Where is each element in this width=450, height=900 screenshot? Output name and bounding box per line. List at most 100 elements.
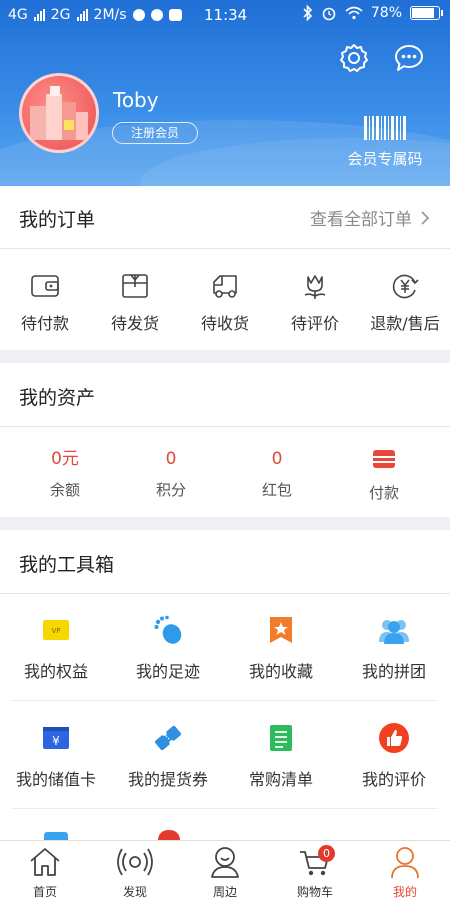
tool-label: 我的评价: [361, 770, 426, 789]
tool-partial-icon[interactable]: [44, 832, 68, 840]
divider: [12, 808, 438, 809]
svg-text:VP: VP: [51, 627, 60, 635]
divider: [12, 700, 438, 701]
gear-icon: [340, 44, 368, 72]
nav-nearby[interactable]: 周边: [180, 845, 270, 900]
asset-points[interactable]: 0 积分: [121, 447, 221, 500]
network-speed: 2M/s: [93, 7, 127, 23]
tool-label: 我的提货券: [127, 770, 208, 789]
order-label: 待评价: [290, 314, 339, 333]
nav-label: 我的: [392, 885, 417, 899]
orders-section: 我的订单 查看全部订单 待付款 待发货 待收货 待评价 退款/售后: [0, 186, 450, 350]
clock: 11:34: [204, 6, 248, 24]
order-pending-shipment[interactable]: 待发货: [90, 270, 180, 334]
member-code-label: 会员专属码: [347, 150, 423, 168]
tool-partial-icon[interactable]: [158, 830, 180, 840]
order-pending-payment[interactable]: 待付款: [0, 270, 90, 334]
network-type-2: 2G: [50, 7, 71, 23]
tool-pickup-coupon[interactable]: 我的提货券: [112, 722, 224, 790]
wallet-icon: [31, 275, 59, 297]
tool-stored-value-card[interactable]: ¥ 我的储值卡: [0, 722, 112, 790]
username: Toby: [113, 88, 159, 112]
order-label: 待收货: [200, 314, 249, 333]
toolbox-section: 我的工具箱 VP 我的权益 我的足迹 我的收藏 我的拼团 ¥ 我的储值卡 我的提…: [0, 530, 450, 840]
star-bookmark-icon: [270, 617, 292, 643]
battery-icon: [410, 6, 443, 20]
nav-label: 首页: [32, 885, 57, 899]
list-icon: [270, 725, 292, 751]
tool-my-reviews[interactable]: 我的评价: [338, 722, 450, 790]
settings-button[interactable]: [336, 40, 372, 76]
order-label: 待发货: [110, 314, 159, 333]
tool-label: 我的储值卡: [15, 770, 96, 789]
signal-icon: [76, 9, 88, 21]
svg-text:¥: ¥: [52, 734, 60, 748]
tool-label: 我的足迹: [135, 662, 200, 681]
chat-bubble-icon: [395, 45, 423, 71]
vip-card-icon: VP: [43, 620, 69, 640]
notification-icon: [150, 9, 163, 21]
order-label: 待付款: [20, 314, 69, 333]
card-icon: [373, 450, 395, 468]
assets-section: 我的资产 0元 余额 0 积分 0 红包 付款: [0, 363, 450, 517]
tool-my-footprints[interactable]: 我的足迹: [112, 614, 224, 682]
thumbs-up-icon: [379, 723, 409, 753]
points-value: 0: [165, 449, 177, 469]
wifi-icon: [345, 6, 363, 20]
nav-label: 发现: [122, 885, 147, 899]
member-level-badge[interactable]: 注册会员: [112, 122, 198, 144]
nav-home[interactable]: 首页: [0, 845, 90, 900]
orders-title: 我的订单: [19, 209, 96, 231]
tool-label: 常购清单: [248, 770, 313, 789]
alarm-icon: [322, 7, 336, 21]
chevron-right-icon: [421, 210, 430, 225]
asset-red-packet[interactable]: 0 红包: [227, 447, 327, 500]
asset-balance[interactable]: 0元 余额: [15, 447, 115, 500]
profile-header: 4G 2G 2M/s 11:34 78% Toby 注册会员 会员专属码: [0, 0, 450, 186]
group-icon: [379, 620, 409, 644]
tool-my-benefits[interactable]: VP 我的权益: [0, 614, 112, 682]
signal-icon: [33, 9, 45, 21]
yuan-card-icon: ¥: [43, 727, 69, 749]
nearby-person-icon: [211, 847, 239, 878]
tool-label: 我的拼团: [361, 662, 426, 681]
flower-icon: [304, 275, 326, 299]
order-refund-aftersale[interactable]: 退款/售后: [360, 270, 450, 334]
assets-title: 我的资产: [19, 387, 96, 409]
nav-label: 购物车: [296, 885, 333, 899]
footprint-icon: [154, 615, 182, 644]
view-all-orders-link[interactable]: 查看全部订单: [310, 205, 430, 230]
network-type: 4G: [8, 7, 28, 23]
nav-cart[interactable]: 0 购物车: [270, 845, 360, 900]
nav-mine[interactable]: 我的: [360, 845, 450, 900]
tool-my-group-buy[interactable]: 我的拼团: [338, 614, 450, 682]
bottom-navigation: 首页 发现 周边 0 购物车 我的: [0, 840, 450, 900]
balance-value: 0元: [51, 449, 79, 469]
member-code-button[interactable]: 会员专属码: [340, 116, 430, 172]
truck-icon: [213, 275, 237, 298]
home-icon: [30, 848, 60, 876]
asset-label: 积分: [155, 481, 186, 499]
order-pending-receipt[interactable]: 待收货: [180, 270, 270, 334]
tool-label: 我的收藏: [248, 662, 313, 681]
nav-discover[interactable]: 发现: [90, 845, 180, 900]
asset-label: 余额: [49, 481, 80, 499]
barcode-icon: [340, 116, 430, 140]
cart-count-badge: 0: [318, 845, 335, 862]
asset-payment[interactable]: 付款: [334, 447, 434, 503]
nav-label: 周边: [212, 885, 237, 899]
broadcast-icon: [117, 848, 153, 876]
asset-label: 付款: [368, 484, 399, 502]
order-pending-review[interactable]: 待评价: [270, 270, 360, 334]
message-button[interactable]: [391, 40, 427, 76]
avatar-image: [30, 86, 88, 140]
tool-my-favorites[interactable]: 我的收藏: [225, 614, 337, 682]
status-bar: 4G 2G 2M/s 11:34 78%: [0, 0, 450, 30]
tool-label: 我的权益: [23, 662, 88, 681]
tool-frequent-list[interactable]: 常购清单: [225, 722, 337, 790]
user-icon: [391, 847, 419, 879]
divider: [0, 426, 450, 427]
order-label: 退款/售后: [370, 314, 440, 333]
divider: [0, 593, 450, 594]
avatar[interactable]: [19, 73, 99, 153]
